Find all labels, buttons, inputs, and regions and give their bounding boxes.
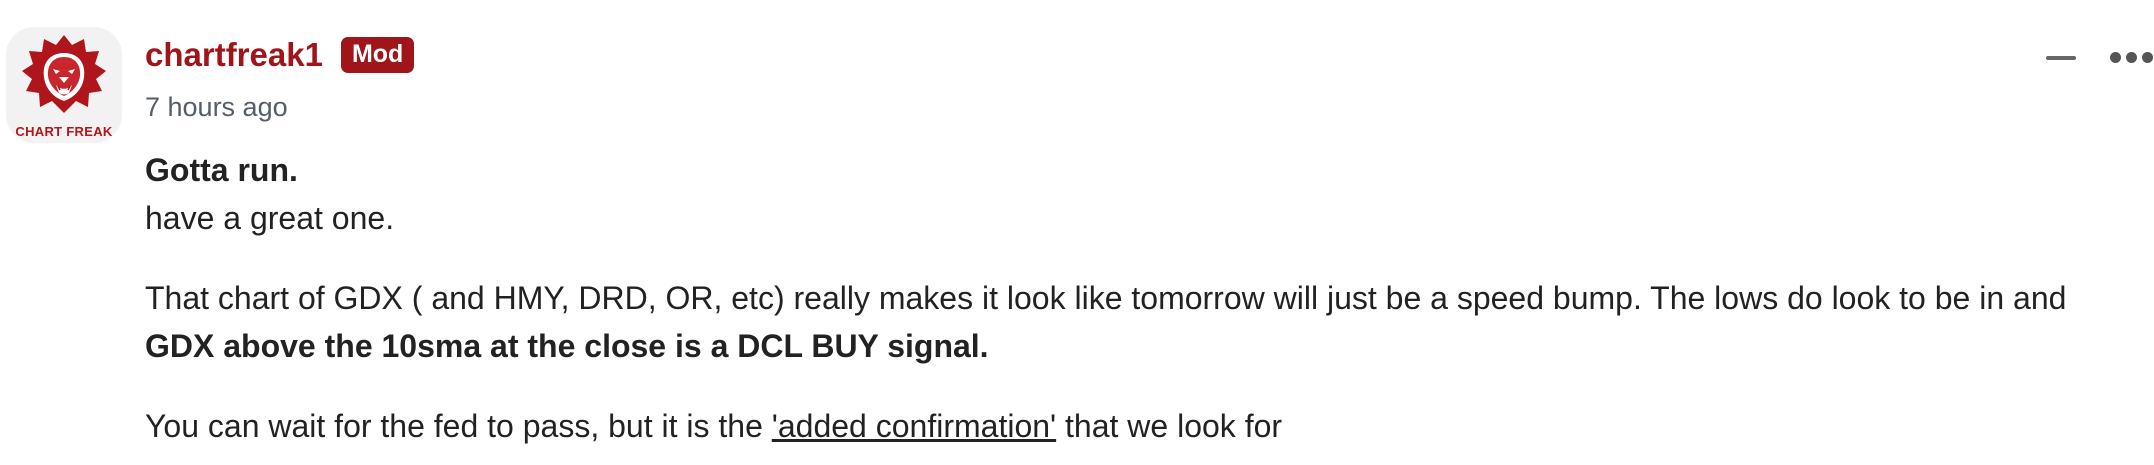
minus-icon xyxy=(2046,56,2076,60)
author-name[interactable]: chartfreak1 xyxy=(145,36,323,74)
comment-line: have a great one. xyxy=(145,200,395,236)
paragraph-text: You can wait for the fed to pass, but it… xyxy=(145,408,772,444)
comment-paragraph-final: You can wait for the fed to pass, but it… xyxy=(145,402,2135,450)
comment-actions xyxy=(2014,44,2154,74)
mod-badge: Mod xyxy=(340,36,415,74)
paragraph-text: that we look for xyxy=(1056,408,1283,444)
paragraph-text: That chart of GDX ( and HMY, DRD, OR, et… xyxy=(145,280,2067,316)
more-options-button[interactable] xyxy=(2110,44,2154,74)
paragraph-bold-text: GDX above the 10sma at the close is a DC… xyxy=(145,328,989,364)
timestamp[interactable]: 7 hours ago xyxy=(145,92,288,123)
collapse-button[interactable] xyxy=(2042,44,2082,74)
comment-paragraph: That chart of GDX ( and HMY, DRD, OR, et… xyxy=(145,274,2135,370)
avatar[interactable]: CHART FREAK xyxy=(6,27,122,143)
comment: CHART FREAK chartfreak1 Mod 7 hours ago … xyxy=(0,0,2154,465)
comment-heading: Gotta run. xyxy=(145,152,298,188)
avatar-caption: CHART FREAK xyxy=(15,124,113,139)
comment-body: Gotta run. have a great one. That chart … xyxy=(145,146,2135,450)
added-confirmation-link[interactable]: 'added confirmation' xyxy=(772,408,1056,444)
comment-header: chartfreak1 Mod xyxy=(145,36,415,74)
